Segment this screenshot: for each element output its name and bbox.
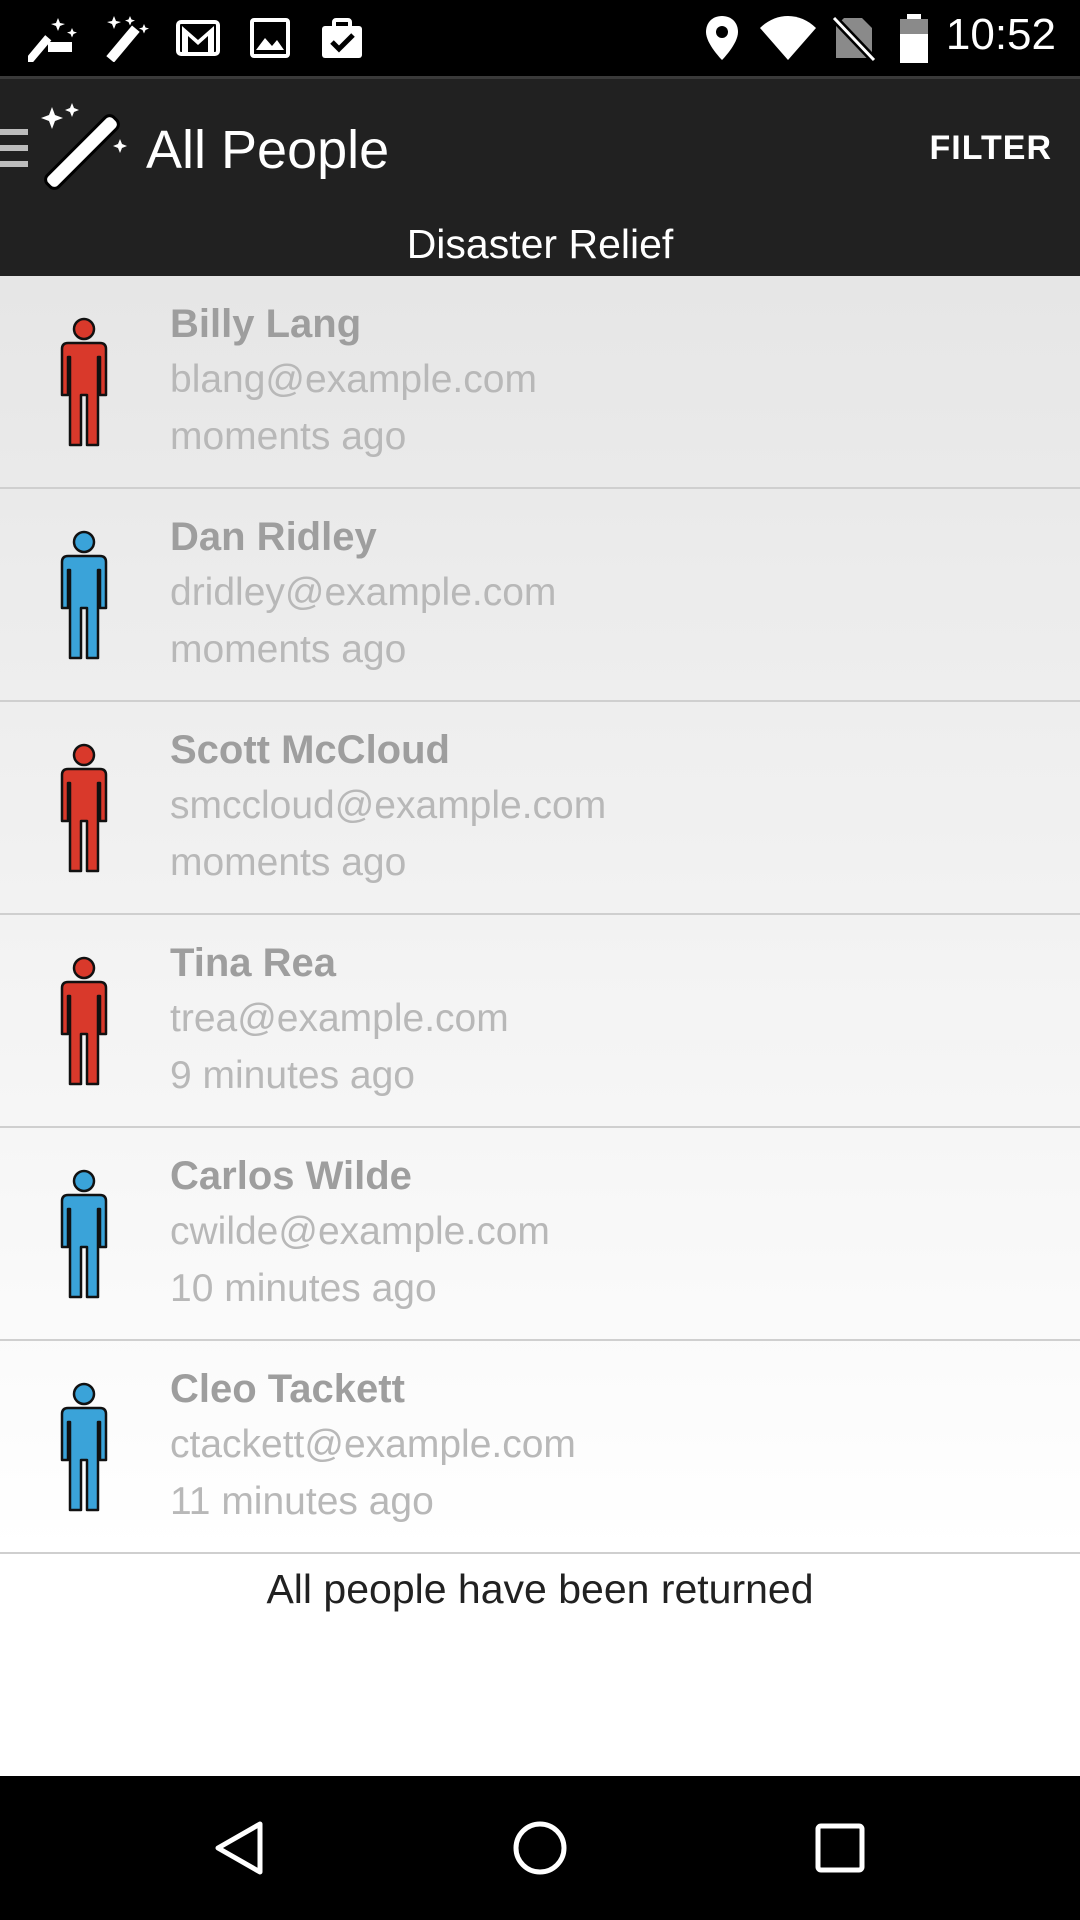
person-list-item[interactable]: Dan Ridley dridley@example.com moments a… [0,489,1080,702]
person-name: Tina Rea [170,941,336,985]
person-email: trea@example.com [170,997,509,1040]
person-icon [60,1169,108,1299]
person-body [60,767,108,873]
wifi-icon [760,16,816,60]
person-icon [60,1382,108,1512]
no-sim-icon [832,15,876,62]
person-name: Scott McCloud [170,728,450,772]
person-name: Dan Ridley [170,515,377,559]
person-body [60,1406,108,1512]
person-head [72,1382,96,1406]
person-body [60,980,108,1086]
person-icon [60,317,108,447]
home-icon[interactable] [510,1818,570,1878]
person-name: Cleo Tackett [170,1367,405,1411]
gmail-icon [176,20,220,56]
image-icon [250,18,290,58]
status-bar: 10:52 [0,0,1080,76]
person-email: cwilde@example.com [170,1210,550,1253]
person-name: Carlos Wilde [170,1154,412,1198]
person-head [72,317,96,341]
person-list-item[interactable]: Carlos Wilde cwilde@example.com 10 minut… [0,1128,1080,1341]
person-name: Billy Lang [170,302,362,346]
page-title: All People [146,120,390,180]
filter-button[interactable]: FILTER [930,129,1052,168]
status-time: 10:52 [945,10,1056,59]
back-icon[interactable] [210,1818,270,1878]
person-head [72,743,96,767]
magic-wand-notification-icon [28,18,77,62]
person-list-item[interactable]: Cleo Tackett ctackett@example.com 11 min… [0,1341,1080,1554]
person-email: ctackett@example.com [170,1423,576,1466]
person-icon [60,530,108,660]
person-time: moments ago [170,628,407,671]
person-email: smccloud@example.com [170,784,607,827]
battery-icon [900,14,928,63]
person-list-item[interactable]: Billy Lang blang@example.com moments ago [0,276,1080,489]
subtitle: Disaster Relief [0,213,1080,276]
person-list-item[interactable]: Tina Rea trea@example.com 9 minutes ago [0,915,1080,1128]
person-icon [60,743,108,873]
person-body [60,554,108,660]
person-body [60,341,108,447]
person-body [60,1193,108,1299]
person-time: 9 minutes ago [170,1054,415,1097]
person-head [72,530,96,554]
person-time: moments ago [170,415,407,458]
person-list-item[interactable]: Scott McCloud smccloud@example.com momen… [0,702,1080,915]
person-time: 11 minutes ago [170,1480,434,1523]
action-bar: All People FILTER [0,76,1080,213]
magic-wand-notification-icon [106,16,149,62]
person-head [72,956,96,980]
recents-icon[interactable] [810,1818,870,1878]
person-icon [60,956,108,1086]
person-time: moments ago [170,841,407,884]
person-head [72,1169,96,1193]
menu-icon[interactable] [0,127,30,171]
people-list: Billy Lang blang@example.com moments ago… [0,276,1080,1776]
person-email: dridley@example.com [170,571,557,614]
end-of-list-message: All people have been returned [266,1566,814,1612]
clipboard-check-icon [322,18,362,58]
location-icon [706,16,738,60]
person-time: 10 minutes ago [170,1267,437,1310]
magic-wand-logo-icon[interactable] [38,103,130,195]
navigation-bar [0,1776,1080,1920]
person-email: blang@example.com [170,358,537,401]
